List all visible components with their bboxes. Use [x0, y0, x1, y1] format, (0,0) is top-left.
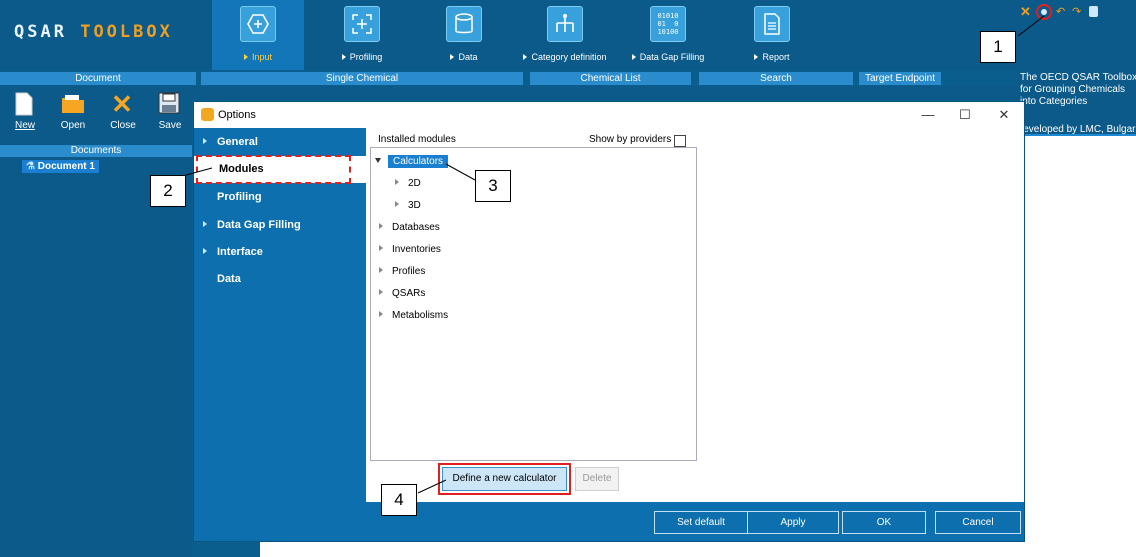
callout-pointers: [185, 15, 1045, 494]
callout-1: 1: [980, 31, 1016, 63]
callout-2: 2: [150, 175, 186, 207]
callout-4: 4: [381, 484, 417, 516]
callout-3: 3: [475, 170, 511, 202]
